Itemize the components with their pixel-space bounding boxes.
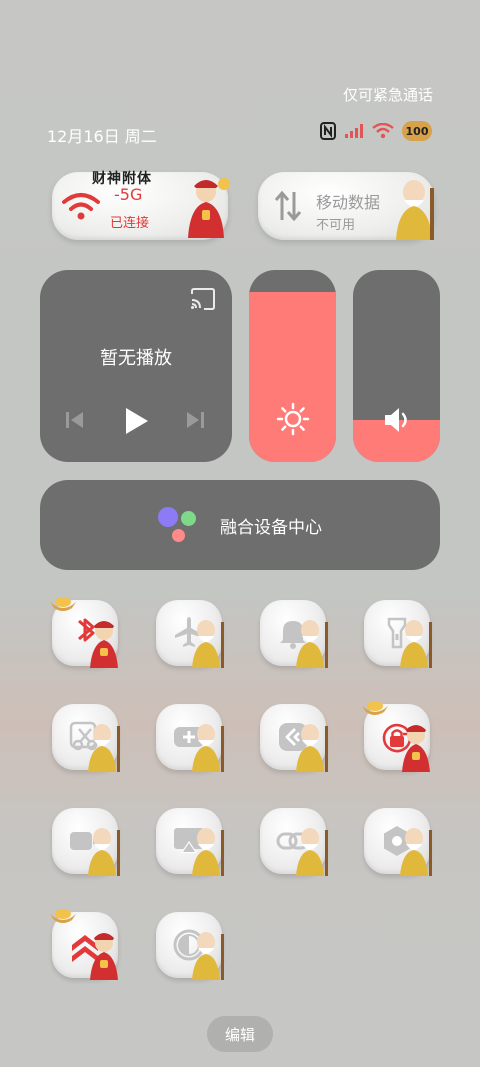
fortune-god-icon — [396, 722, 436, 778]
screen-record-toggle[interactable] — [52, 808, 120, 876]
fortune-god-icon — [84, 618, 124, 674]
longevity-god-icon — [188, 930, 228, 986]
dark-mode-toggle[interactable] — [156, 912, 224, 980]
wifi-icon — [62, 193, 100, 220]
mobile-data-toggle[interactable]: 移动数据 不可用 — [258, 172, 434, 240]
status-icons: 100 — [320, 121, 432, 141]
fortune-god-icon — [84, 930, 124, 986]
edit-button[interactable]: 编辑 — [207, 1016, 273, 1052]
longevity-god-icon — [292, 826, 332, 882]
device-center-label: 融合设备中心 — [220, 517, 322, 538]
gold-ingot-icon — [48, 906, 78, 930]
add-shortcut-toggle[interactable] — [156, 704, 224, 772]
data-arrows-icon — [274, 190, 302, 222]
longevity-god-icon — [188, 826, 228, 882]
signal-icon — [345, 124, 363, 138]
bluetooth-toggle[interactable] — [50, 597, 118, 668]
mute-toggle[interactable] — [260, 600, 328, 668]
media-player[interactable]: 暂无播放 — [40, 270, 232, 462]
mobile-data-status: 不可用 — [316, 218, 356, 233]
settings-toggle[interactable] — [364, 808, 432, 876]
battery-icon: 100 — [402, 121, 432, 141]
longevity-god-icon — [396, 826, 436, 882]
brightness-slider[interactable] — [249, 270, 336, 462]
cast-icon[interactable] — [190, 288, 216, 310]
nearby-share-toggle[interactable] — [260, 704, 328, 772]
airplane-mode-toggle[interactable] — [156, 600, 224, 668]
wifi-status: 已连接 — [110, 216, 150, 231]
wifi-toggle[interactable]: 财神附体 -5G 已连接 — [52, 171, 230, 240]
rotation-lock-toggle[interactable] — [362, 701, 430, 772]
longevity-god-icon — [396, 180, 434, 240]
longevity-god-icon — [84, 722, 124, 778]
date-text: 12月16日 周二 — [47, 127, 157, 146]
sun-icon — [276, 402, 309, 436]
longevity-god-icon — [188, 722, 228, 778]
link-toggle[interactable] — [260, 808, 328, 876]
flashlight-toggle[interactable] — [364, 600, 432, 668]
volume-slider[interactable] — [353, 270, 440, 462]
play-icon[interactable] — [122, 406, 150, 436]
device-center-button[interactable]: 融合设备中心 — [40, 480, 440, 570]
longevity-god-icon — [292, 722, 332, 778]
wifi-network-name: -5G — [114, 185, 143, 204]
next-icon[interactable] — [184, 408, 206, 432]
device-center-icon — [158, 507, 198, 543]
media-title: 暂无播放 — [100, 348, 172, 369]
mobile-data-label: 移动数据 — [316, 193, 381, 212]
high-performance-toggle[interactable] — [50, 909, 118, 980]
gold-ingot-icon — [360, 698, 390, 722]
gold-ingot-icon — [48, 594, 78, 618]
longevity-god-icon — [292, 618, 332, 674]
longevity-god-icon — [84, 826, 124, 882]
brightness-level-fill — [249, 292, 336, 462]
fortune-god-icon — [188, 178, 230, 238]
longevity-god-icon — [188, 618, 228, 674]
emergency-call-only-text: 仅可紧急通话 — [342, 86, 433, 104]
nfc-icon — [320, 122, 336, 140]
screenshot-toggle[interactable] — [52, 704, 120, 772]
speaker-icon — [384, 408, 407, 432]
wifi-icon — [372, 123, 394, 139]
longevity-god-icon — [396, 618, 436, 674]
screen-cast-toggle[interactable] — [156, 808, 224, 876]
previous-icon[interactable] — [64, 408, 86, 432]
